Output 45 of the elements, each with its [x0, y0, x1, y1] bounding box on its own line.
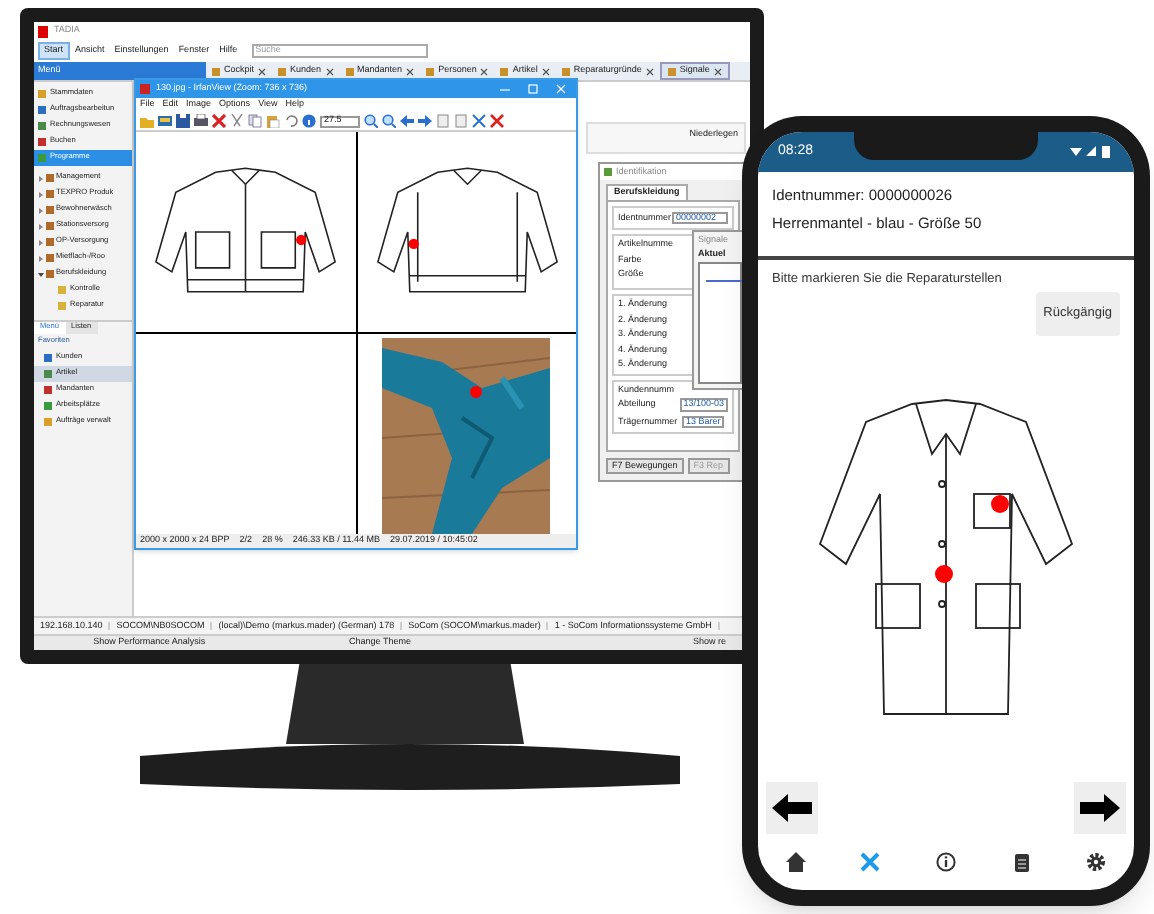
app-icon: [140, 84, 150, 94]
app-logo-icon: [38, 25, 48, 37]
close-icon: [713, 67, 722, 75]
print-icon: [194, 114, 208, 128]
expander-icon[interactable]: [38, 271, 44, 277]
arrow-left-icon: [772, 794, 812, 822]
info-icon[interactable]: [935, 852, 956, 872]
tab-icon: [667, 67, 676, 75]
close-icon: [645, 67, 654, 75]
signal-line: [706, 280, 746, 282]
close-icon: [541, 67, 550, 75]
tab-icon: [278, 67, 287, 75]
tab-icon: [500, 67, 509, 75]
back-button[interactable]: [766, 782, 818, 834]
close-icon: [556, 84, 566, 94]
zoom-out-icon: [382, 114, 396, 128]
info-icon: [302, 114, 316, 128]
home-icon[interactable]: [785, 852, 806, 872]
folder-icon: [140, 114, 154, 128]
arrow-right-icon: [418, 114, 432, 128]
cross-icon: [490, 114, 504, 128]
dialog-icon: [604, 168, 612, 176]
zoom-in-icon: [364, 114, 378, 128]
tab-icon: [561, 67, 570, 75]
close-icon: [406, 67, 415, 75]
close-icon: [325, 67, 334, 75]
close-icon: [258, 67, 267, 75]
status-icons-drawing: [1070, 146, 1114, 158]
tab-icon: [426, 67, 435, 75]
tab-icon: [212, 67, 220, 75]
clipboard-icon[interactable]: [1011, 852, 1032, 872]
undo-icon: [284, 114, 298, 128]
settings-icon[interactable]: [1086, 852, 1107, 872]
close-icon: [480, 67, 489, 75]
save-icon: [176, 114, 190, 128]
arrow-right-icon: [1080, 794, 1120, 822]
delete-icon: [212, 114, 226, 128]
image-icon: [158, 114, 172, 128]
minimize-icon: [500, 84, 510, 94]
tab-icon: [345, 67, 354, 75]
paste-icon: [266, 114, 280, 128]
maximize-icon: [528, 84, 538, 94]
arrow-left-icon: [400, 114, 414, 128]
next-button[interactable]: [1074, 782, 1126, 834]
copy-icon: [248, 114, 262, 128]
